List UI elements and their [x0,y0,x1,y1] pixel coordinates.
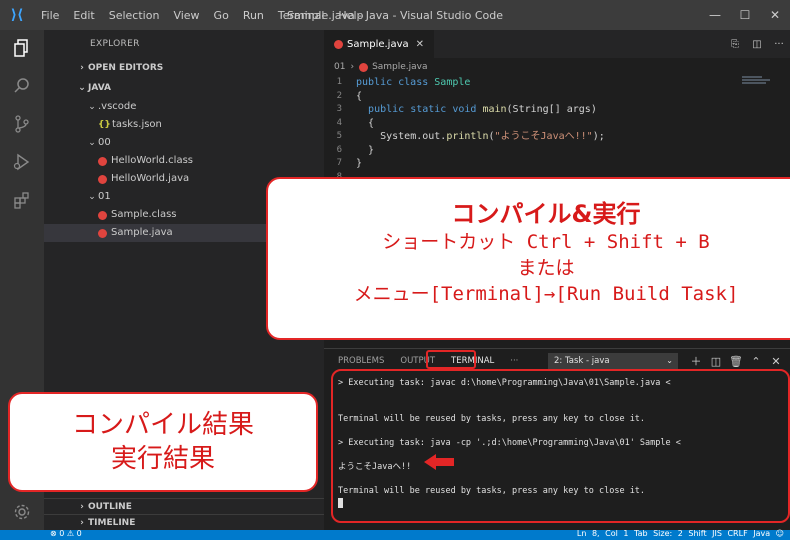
split-terminal-icon[interactable]: ◫ [706,355,726,368]
terminal-tab-highlight [426,350,476,369]
menu-help[interactable]: Help [331,9,370,22]
close-window-button[interactable]: ✕ [760,0,790,30]
code-line: 7} [336,158,363,169]
chevron-down-icon: ⌄ [666,356,673,365]
code-line: 5 System.out. println("ようこそJavaへ!!"); [336,131,605,142]
title-bar: ⟩⟨ File Edit Selection View Go Run Termi… [0,0,790,30]
open-changes-icon[interactable]: ⎘ [724,39,746,50]
close-icon[interactable]: ✕ [416,39,424,50]
search-icon[interactable] [0,68,44,104]
more-actions-icon[interactable]: ··· [768,39,790,50]
minimap[interactable] [742,76,778,96]
code-line: 6 } [336,144,375,156]
source-control-icon[interactable] [0,106,44,142]
callout-title: コンパイル&実行 [451,200,641,228]
outline-section[interactable]: › OUTLINE [44,498,324,514]
menu-terminal[interactable]: Terminal [271,9,332,22]
explorer-header: EXPLORER [90,39,140,49]
menu-selection[interactable]: Selection [102,9,167,22]
close-panel-icon[interactable]: ✕ [766,355,786,368]
callout-or: または [517,257,575,279]
code-editor[interactable]: 1 public class Sample 2{ 3 public static … [324,76,764,184]
terminal-output-highlight [331,369,790,523]
menu-go[interactable]: Go [207,9,236,22]
panel-more-icon[interactable]: ··· [502,356,526,366]
editor-status[interactable]: Ln 8, Col 1 Tab Size: 2 Shift JIS CRLF J… [577,529,784,538]
maximize-button[interactable]: ☐ [730,0,760,30]
trash-icon[interactable]: 🗑 [726,355,746,368]
terminal-select[interactable]: 2: Task - java ⌄ [548,353,678,369]
menu-view[interactable]: View [166,9,206,22]
extensions-icon[interactable] [0,182,44,218]
run-debug-icon[interactable] [0,144,44,180]
chevron-right-icon: › [350,62,355,72]
problems-status[interactable]: ⊗ 0 ⚠ 0 [50,529,82,538]
java-file-icon [359,62,369,72]
menu-edit[interactable]: Edit [66,9,101,22]
java-file-icon [334,39,343,49]
json-file-icon: {} [98,120,111,130]
callout-compile-result: コンパイル結果 [71,410,254,440]
tree-folder-00[interactable]: ⌄ 00 [44,134,324,152]
status-bar: ⊗ 0 ⚠ 0 Ln 8, Col 1 Tab Size: 2 Shift JI… [0,529,790,540]
menu-file[interactable]: File [34,9,66,22]
tree-folder-vscode[interactable]: ⌄ .vscode [44,98,324,116]
java-file-icon [98,210,107,220]
editor-tabs: Sample.java ✕ ⎘ ◫ ··· [324,30,790,58]
settings-gear-icon[interactable] [0,494,44,530]
callout-run-result: 実行結果 [110,444,215,474]
callout-menu: メニュー[Terminal]→[Run Build Task] [353,283,739,305]
maximize-panel-icon[interactable]: ⌃ [746,355,766,368]
java-file-icon [98,228,107,238]
menu-run[interactable]: Run [236,9,271,22]
code-line: 2{ [336,90,363,102]
code-line: 1 public class Sample [336,77,471,88]
tab-sample-java[interactable]: Sample.java ✕ [324,30,435,58]
tab-problems[interactable]: PROBLEMS [330,356,392,366]
new-terminal-icon[interactable]: ＋ [686,353,706,369]
timeline-section[interactable]: › TIMELINE [44,514,324,530]
result-callout: コンパイル結果 実行結果 [8,392,318,492]
arrow-left-icon [424,454,454,470]
java-file-icon [98,174,107,184]
compile-run-callout: コンパイル&実行 ショートカット Ctrl + Shift + B または メニ… [266,177,790,340]
java-file-icon [98,156,107,166]
tree-file-tasks-json[interactable]: {} tasks.json [44,116,324,134]
breadcrumb: 01 › Sample.java [324,58,790,76]
minimize-button[interactable]: — [700,0,730,30]
callout-shortcut: ショートカット Ctrl + Shift + B [382,231,710,253]
open-editors-section[interactable]: › OPEN EDITORS [44,58,324,78]
explorer-icon[interactable] [0,30,44,66]
workspace-section[interactable]: ⌄ JAVA [44,78,324,98]
split-editor-icon[interactable]: ◫ [746,39,768,50]
vscode-logo-icon: ⟩⟨ [10,7,24,23]
tree-file-helloworld-class[interactable]: HelloWorld.class [44,152,324,170]
code-line: 3 public static void main (String[] args) [336,104,597,115]
code-line: 4 { [336,117,375,129]
